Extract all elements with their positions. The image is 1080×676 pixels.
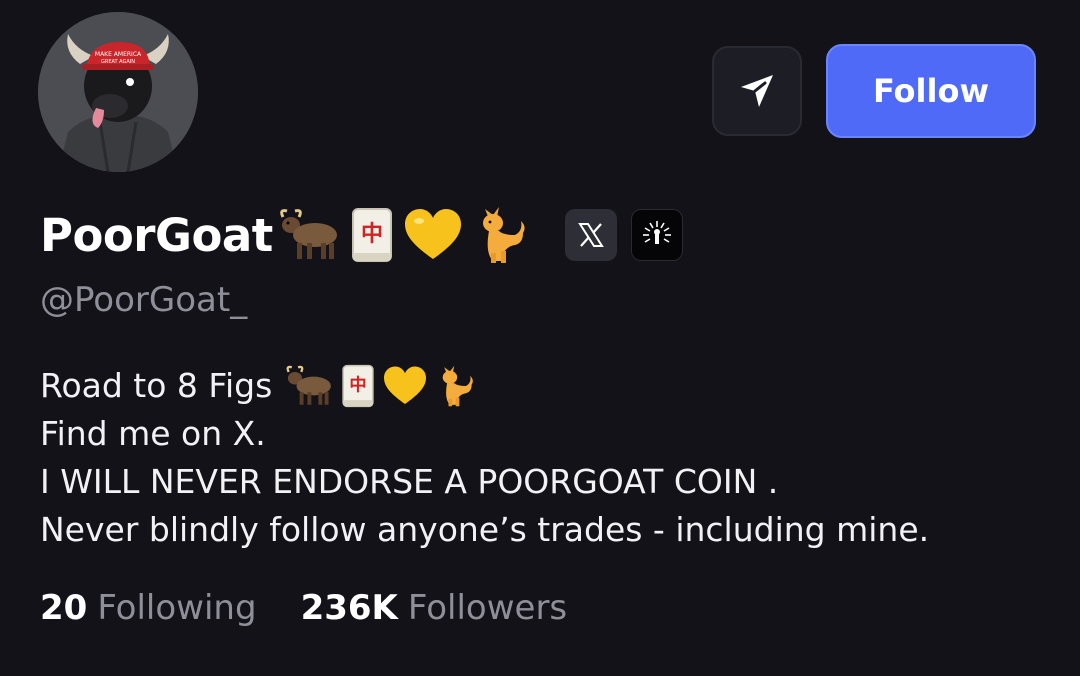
share-button[interactable] (712, 46, 802, 136)
bio-line-1: Road to 8 Figs 中 (40, 362, 1060, 410)
ox-emoji (279, 209, 337, 259)
followers-stat[interactable]: 236K Followers (301, 588, 568, 628)
bio-line-3: I WILL NEVER ENDORSE A POORGOAT COIN . (40, 462, 779, 501)
bio-line-2: Find me on X. (40, 414, 266, 453)
cat-emoji (442, 365, 474, 407)
follow-button[interactable]: Follow (826, 44, 1036, 138)
following-label: Following (97, 588, 257, 628)
linktree-ring-icon[interactable] (630, 209, 683, 261)
following-stat[interactable]: 20 Following (40, 588, 257, 628)
bio-emojis: 中 (284, 364, 482, 408)
name-row: PoorGoat 中 (40, 200, 683, 270)
send-arrow-icon (741, 75, 773, 107)
profile-card: MAKE AMERICA GREAT AGAIN Follow PoorGoat (0, 0, 1080, 676)
following-count: 20 (40, 588, 88, 628)
x-logo-icon[interactable] (564, 209, 617, 261)
followers-label: Followers (407, 588, 568, 628)
yellow-heart-emoji (404, 209, 461, 259)
svg-text:MAKE AMERICA: MAKE AMERICA (95, 51, 142, 58)
followers-count: 236K (300, 588, 398, 628)
display-name: PoorGoat (40, 208, 273, 262)
cat-emoji (482, 207, 525, 263)
bio-line-1-text: Road to 8 Figs (40, 366, 273, 405)
follow-stats: 20 Following 236K Followers (40, 588, 567, 628)
avatar[interactable]: MAKE AMERICA GREAT AGAIN (38, 12, 198, 172)
mahjong-red-dragon-emoji: 中 (351, 208, 392, 262)
profile-handle: @PoorGoat_ (40, 280, 248, 320)
name-emojis: 中 (277, 205, 537, 265)
mahjong-red-dragon-emoji: 中 (342, 364, 374, 408)
svg-text:中: 中 (361, 222, 383, 247)
svg-text:中: 中 (350, 375, 367, 396)
ox-emoji (286, 365, 332, 405)
svg-text:GREAT AGAIN: GREAT AGAIN (101, 59, 135, 65)
yellow-heart-emoji (384, 366, 427, 404)
bio-line-4: Never blindly follow anyone’s trades - i… (40, 510, 930, 549)
bio: Road to 8 Figs 中 Find me on X. I WILL NE… (40, 362, 1060, 554)
